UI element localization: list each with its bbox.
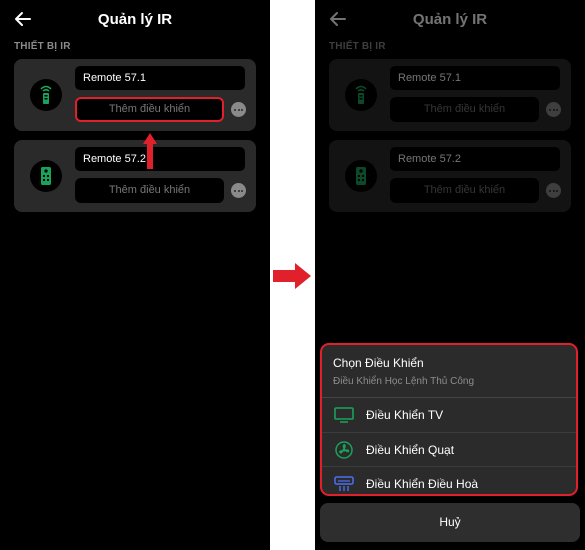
header: Quản lý IR <box>0 0 270 40</box>
add-remote-button[interactable]: Thêm điều khiển <box>75 178 224 203</box>
red-right-arrow-icon <box>273 263 311 289</box>
remote-icon <box>30 160 62 192</box>
option-tv-remote[interactable]: Điều Khiển TV <box>322 398 576 431</box>
remote-icon <box>30 79 62 111</box>
sheet-title: Chọn Điều Khiển <box>333 356 424 370</box>
manual-learning-option[interactable]: Điều Khiển Học Lệnh Thủ Công <box>333 376 474 387</box>
more-options-icon[interactable] <box>231 183 246 198</box>
option-air-conditioner-remote[interactable]: Điều Khiển Điều Hoà <box>322 466 576 494</box>
remote-type-sheet: Chọn Điều Khiển Điều Khiển Học Lệnh Thủ … <box>320 343 578 496</box>
add-remote-button[interactable]: Thêm điều khiển <box>75 97 224 122</box>
more-options-icon[interactable] <box>231 102 246 117</box>
air-conditioner-icon <box>334 476 354 491</box>
option-label: Điều Khiển Điều Hoà <box>366 477 479 491</box>
section-label: THIẾT BỊ IR <box>14 41 71 52</box>
device-name-field[interactable]: Remote 57.2 <box>75 147 245 171</box>
screen-before: Quản lý IR THIẾT BỊ IR Remote 57.1 Thêm … <box>0 0 270 550</box>
cancel-button[interactable]: Huỷ <box>320 503 580 542</box>
device-card[interactable]: Remote 57.2 Thêm điều khiển <box>14 140 256 212</box>
screen-after: Quản lý IR THIẾT BỊ IR Remote 57.1 Thêm … <box>315 0 585 550</box>
option-fan-remote[interactable]: Điều Khiển Quạt <box>322 432 576 466</box>
red-up-arrow-icon <box>143 133 157 169</box>
fan-icon <box>335 441 353 459</box>
option-label: Điều Khiển Quạt <box>366 443 455 457</box>
device-name-field[interactable]: Remote 57.1 <box>75 66 245 90</box>
tv-icon <box>334 407 354 423</box>
option-label: Điều Khiển TV <box>366 408 444 422</box>
page-title: Quản lý IR <box>97 11 173 28</box>
device-card[interactable]: Remote 57.1 Thêm điều khiển <box>14 59 256 131</box>
